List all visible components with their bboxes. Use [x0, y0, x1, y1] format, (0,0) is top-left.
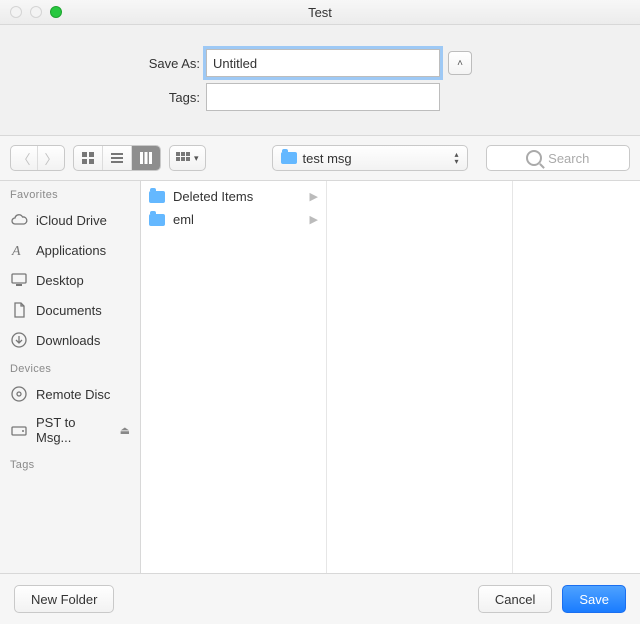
desktop-icon: [10, 271, 28, 289]
toolbar: 〈 〉 ▾ test msg ▴▾ Search: [0, 136, 640, 181]
tags-label: Tags:: [0, 90, 206, 105]
titlebar: Test: [0, 0, 640, 25]
view-icons-button[interactable]: [74, 146, 102, 170]
new-folder-button[interactable]: New Folder: [14, 585, 114, 613]
folder-label: eml: [173, 212, 194, 227]
sidebar-item-label: Downloads: [36, 333, 100, 348]
saveas-label: Save As:: [0, 56, 206, 71]
chevron-down-icon: ▾: [194, 153, 199, 164]
chevron-right-icon: ▶: [310, 213, 318, 226]
cloud-icon: [10, 211, 28, 229]
cancel-button[interactable]: Cancel: [478, 585, 552, 613]
column-1: Deleted Items ▶ eml ▶: [141, 181, 327, 573]
chevron-left-icon: 〈: [17, 149, 30, 168]
sidebar-item-applications[interactable]: A Applications: [0, 235, 140, 265]
view-segment: [73, 145, 161, 171]
folder-icon: [149, 191, 165, 203]
column-2: [327, 181, 513, 573]
folder-item-deleted[interactable]: Deleted Items ▶: [141, 185, 326, 208]
arrange-icon: [176, 152, 190, 164]
path-label: test msg: [303, 151, 352, 166]
folder-label: Deleted Items: [173, 189, 253, 204]
chevron-right-icon: 〉: [44, 149, 57, 168]
sidebar-item-label: Remote Disc: [36, 387, 110, 402]
documents-icon: [10, 301, 28, 319]
sidebar-item-label: Documents: [36, 303, 102, 318]
folder-icon: [149, 214, 165, 226]
search-field[interactable]: Search: [486, 145, 630, 171]
sidebar-item-pst-to-msg[interactable]: PST to Msg... ⏏: [0, 409, 140, 451]
sidebar-item-label: iCloud Drive: [36, 213, 107, 228]
sidebar-item-remote-disc[interactable]: Remote Disc: [0, 379, 140, 409]
sidebar-item-downloads[interactable]: Downloads: [0, 325, 140, 355]
applications-icon: A: [10, 241, 28, 259]
folder-item-eml[interactable]: eml ▶: [141, 208, 326, 231]
disc-icon: [10, 385, 28, 403]
downloads-icon: [10, 331, 28, 349]
folder-icon: [281, 152, 297, 164]
drive-icon: [10, 421, 28, 439]
save-form: Save As: ˄ Tags:: [0, 25, 640, 136]
sidebar-header-tags: Tags: [0, 451, 140, 475]
search-placeholder: Search: [548, 151, 589, 166]
arrange-button[interactable]: ▾: [169, 145, 206, 171]
sidebar-item-desktop[interactable]: Desktop: [0, 265, 140, 295]
saveas-input[interactable]: [206, 49, 440, 77]
path-stepper-icon: ▴▾: [455, 151, 459, 165]
grid-icon: [81, 151, 95, 165]
chevron-right-icon: ▶: [310, 190, 318, 203]
eject-icon[interactable]: ⏏: [120, 424, 130, 437]
save-button[interactable]: Save: [562, 585, 626, 613]
collapse-toggle[interactable]: ˄: [448, 51, 472, 75]
sidebar-header-devices: Devices: [0, 355, 140, 379]
list-icon: [110, 151, 124, 165]
nav-back-button[interactable]: 〈: [11, 146, 37, 170]
sidebar-item-label: Desktop: [36, 273, 84, 288]
sidebar-header-favorites: Favorites: [0, 181, 140, 205]
sidebar-item-label: Applications: [36, 243, 106, 258]
sidebar-item-documents[interactable]: Documents: [0, 295, 140, 325]
tags-input[interactable]: [206, 83, 440, 111]
view-columns-button[interactable]: [131, 146, 160, 170]
nav-segment: 〈 〉: [10, 145, 65, 171]
window-title: Test: [0, 5, 640, 20]
footer: New Folder Cancel Save: [0, 573, 640, 624]
sidebar-item-label: PST to Msg...: [36, 415, 112, 445]
chevron-up-icon: ˄: [457, 58, 463, 69]
search-icon: [526, 150, 542, 166]
sidebar-item-icloud[interactable]: iCloud Drive: [0, 205, 140, 235]
view-list-button[interactable]: [102, 146, 131, 170]
browser-body: Favorites iCloud Drive A Applications De…: [0, 181, 640, 573]
sidebar: Favorites iCloud Drive A Applications De…: [0, 181, 141, 573]
columns-icon: [139, 151, 153, 165]
svg-text:A: A: [11, 244, 21, 259]
nav-forward-button[interactable]: 〉: [37, 146, 64, 170]
path-control[interactable]: test msg ▴▾: [272, 145, 468, 171]
